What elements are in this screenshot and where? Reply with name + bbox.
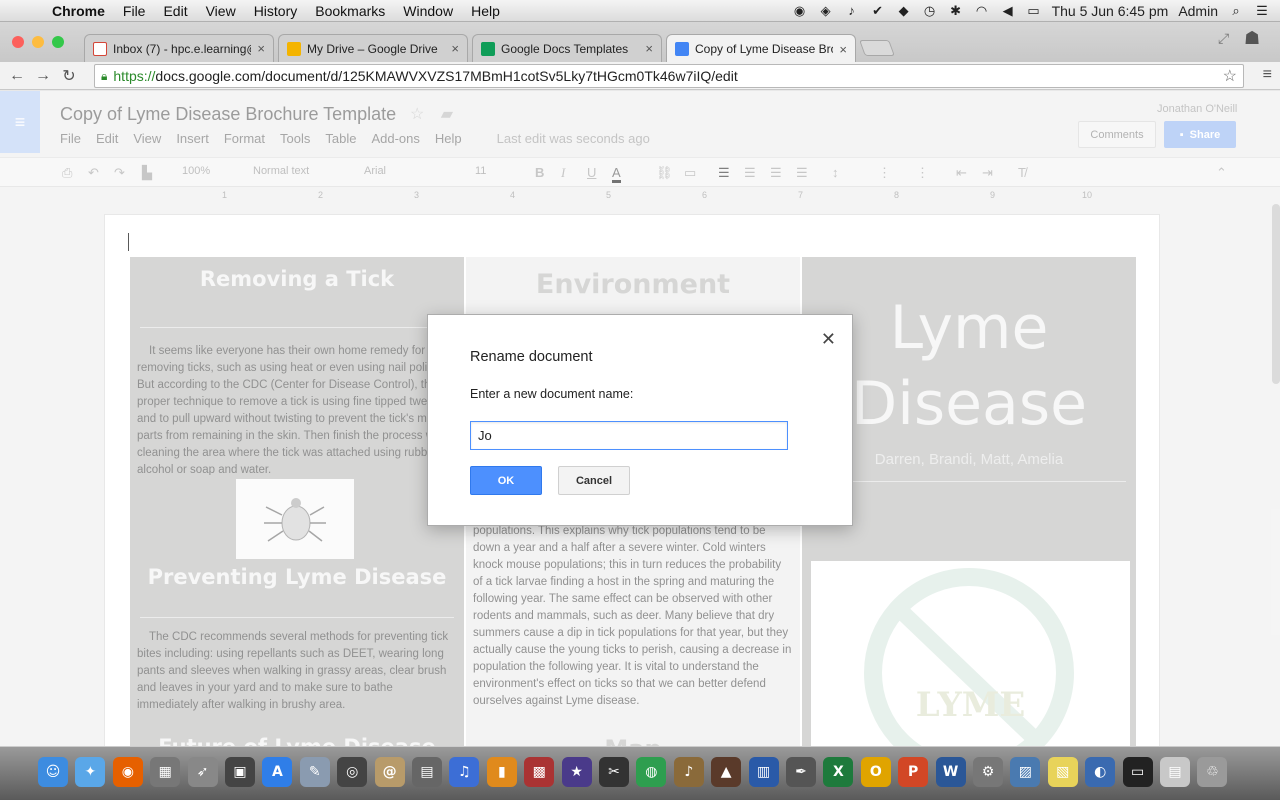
reload-icon[interactable]: ↻ bbox=[56, 66, 82, 86]
document-name-input[interactable] bbox=[470, 421, 788, 450]
dialog-prompt: Enter a new document name: bbox=[470, 387, 634, 401]
volume-icon[interactable]: ◀ bbox=[1000, 3, 1016, 19]
keynote-icon[interactable]: ▲ bbox=[711, 757, 742, 787]
stickies-icon[interactable]: ▧ bbox=[1047, 757, 1078, 787]
ok-button[interactable]: OK bbox=[470, 466, 542, 495]
menu-view[interactable]: View bbox=[197, 3, 245, 19]
menu-help[interactable]: Help bbox=[462, 3, 509, 19]
battery-icon[interactable]: ▭ bbox=[1026, 3, 1042, 19]
mac-menu-bar: Chrome File Edit View History Bookmarks … bbox=[0, 0, 1280, 22]
close-icon[interactable]: × bbox=[839, 42, 847, 57]
network-icon[interactable]: ◐ bbox=[1085, 757, 1116, 787]
safari-icon[interactable]: ✦ bbox=[75, 757, 106, 787]
imovie-icon[interactable]: ★ bbox=[561, 757, 592, 787]
rename-document-dialog: ✕ Rename document Enter a new document n… bbox=[427, 314, 853, 526]
menu-window[interactable]: Window bbox=[394, 3, 462, 19]
docs-icon bbox=[675, 42, 689, 56]
calculator-icon[interactable]: ▤ bbox=[412, 757, 442, 787]
menu-history[interactable]: History bbox=[245, 3, 307, 19]
finder-icon[interactable]: ☺ bbox=[38, 757, 68, 787]
tab-title: My Drive – Google Drive bbox=[307, 41, 438, 56]
menu-user[interactable]: Admin bbox=[1178, 3, 1218, 19]
tab-title: Copy of Lyme Disease Broc bbox=[695, 42, 834, 56]
menu-clock[interactable]: Thu 5 Jun 6:45 pm bbox=[1052, 3, 1169, 19]
checkmark-icon[interactable]: ✔ bbox=[870, 3, 886, 19]
menu-edit[interactable]: Edit bbox=[154, 3, 196, 19]
forward-icon[interactable]: → bbox=[30, 67, 56, 85]
tab-title: Inbox (7) - hpc.e.learning@ bbox=[113, 41, 252, 56]
preview2-icon[interactable]: ▨ bbox=[1010, 757, 1041, 787]
window-close-icon[interactable] bbox=[12, 36, 24, 48]
bluetooth-icon[interactable]: ✱ bbox=[948, 3, 964, 19]
gmail-icon bbox=[93, 41, 107, 56]
close-icon[interactable]: × bbox=[645, 41, 653, 56]
grapher-icon[interactable]: ▥ bbox=[748, 757, 779, 787]
tab-title: Google Docs Templates bbox=[501, 41, 629, 56]
outlook-icon[interactable]: O bbox=[860, 757, 891, 787]
tab-lyme-brochure[interactable]: Copy of Lyme Disease Broc × bbox=[666, 34, 856, 63]
close-icon[interactable]: × bbox=[257, 41, 265, 56]
close-icon[interactable]: × bbox=[451, 41, 459, 56]
tab-gmail[interactable]: Inbox (7) - hpc.e.learning@ × bbox=[84, 34, 274, 62]
back-icon[interactable]: ← bbox=[4, 67, 30, 85]
trash-icon[interactable]: ♲ bbox=[1197, 757, 1228, 787]
itunes-icon[interactable]: ♫ bbox=[449, 757, 480, 787]
cancel-button[interactable]: Cancel bbox=[558, 466, 630, 495]
drive-icon bbox=[481, 41, 495, 56]
fullscreen-icon[interactable]: ⤢ bbox=[1218, 30, 1229, 47]
browser-toolbar: ← → ↻ 🔒︎ https://docs.google.com/documen… bbox=[0, 62, 1280, 90]
time-machine-icon[interactable]: ◷ bbox=[922, 3, 938, 19]
record-icon[interactable]: ◉ bbox=[792, 3, 808, 19]
mac-dock: ☺ ✦ ◉ ▦ ➶ ▣ A ✎ ◎ @ ▤ ♫ ▮ ▩ ★ ✂ ◍ ♪ ▲ ▥ ✒ X O P W ⚙ ▨ ▧ ◐ ▭ ▤ ♲ bbox=[0, 746, 1280, 800]
documents-icon[interactable]: ▤ bbox=[1160, 757, 1190, 787]
browser-tab-strip: Inbox (7) - hpc.e.learning@ × My Drive –… bbox=[0, 22, 1280, 63]
incognito-icon: ☗ bbox=[1244, 28, 1261, 48]
window-zoom-icon[interactable] bbox=[52, 36, 64, 48]
terminal-icon[interactable]: ▭ bbox=[1122, 757, 1153, 787]
ibooks-icon[interactable]: ▮ bbox=[486, 757, 517, 787]
photo-icon[interactable]: ▩ bbox=[524, 757, 555, 787]
photo-booth-icon[interactable]: ▣ bbox=[225, 757, 255, 787]
powerpoint-icon[interactable]: P bbox=[898, 757, 929, 787]
tab-docs-templates[interactable]: Google Docs Templates × bbox=[472, 34, 662, 62]
spotlight-search-icon[interactable]: ⌕ bbox=[1228, 3, 1244, 19]
mail-icon[interactable]: @ bbox=[374, 757, 405, 787]
wifi-icon[interactable]: ◠ bbox=[974, 3, 990, 19]
preview-icon[interactable]: ✎ bbox=[299, 757, 330, 787]
notification-bell-icon[interactable]: ♪ bbox=[844, 3, 860, 18]
menu-bookmarks[interactable]: Bookmarks bbox=[306, 3, 394, 19]
excel-icon[interactable]: X bbox=[823, 757, 854, 787]
chrome-menu-icon[interactable]: ≡ bbox=[1263, 66, 1272, 84]
url-scheme: https:// bbox=[113, 68, 156, 84]
new-tab-button[interactable] bbox=[859, 40, 895, 56]
garageband-icon[interactable]: ♪ bbox=[673, 757, 704, 787]
drive-icon bbox=[287, 41, 301, 56]
tab-drive[interactable]: My Drive – Google Drive × bbox=[278, 34, 468, 62]
script-editor-icon[interactable]: ✒ bbox=[786, 757, 816, 787]
final-cut-icon[interactable]: ✂ bbox=[599, 757, 629, 787]
close-icon[interactable]: ✕ bbox=[821, 329, 836, 350]
menu-app-chrome[interactable]: Chrome bbox=[38, 3, 114, 19]
firefox-icon[interactable]: ◉ bbox=[112, 757, 143, 787]
dialog-title: Rename document bbox=[470, 349, 593, 365]
layers-icon[interactable]: ◆ bbox=[896, 3, 912, 19]
camera-icon[interactable]: ◎ bbox=[337, 757, 368, 787]
chrome-icon[interactable]: ◍ bbox=[636, 757, 667, 787]
dropbox-icon[interactable]: ◈ bbox=[818, 3, 834, 19]
menu-file[interactable]: File bbox=[114, 3, 155, 19]
bookmark-star-icon[interactable]: ☆ bbox=[1223, 66, 1237, 86]
address-bar[interactable]: 🔒︎ https://docs.google.com/document/d/12… bbox=[94, 64, 1244, 88]
app-store-icon[interactable]: A bbox=[262, 757, 293, 787]
rocket-icon[interactable]: ➶ bbox=[187, 757, 218, 787]
lock-icon: 🔒︎ bbox=[101, 68, 108, 83]
system-preferences-icon[interactable]: ⚙ bbox=[973, 757, 1003, 787]
launchpad-icon[interactable]: ▦ bbox=[150, 757, 181, 787]
word-icon[interactable]: W bbox=[935, 757, 966, 787]
window-minimize-icon[interactable] bbox=[32, 36, 44, 48]
notification-center-icon[interactable]: ☰ bbox=[1254, 3, 1270, 19]
url-text: docs.google.com/document/d/125KMAWVXVZS1… bbox=[155, 68, 738, 84]
